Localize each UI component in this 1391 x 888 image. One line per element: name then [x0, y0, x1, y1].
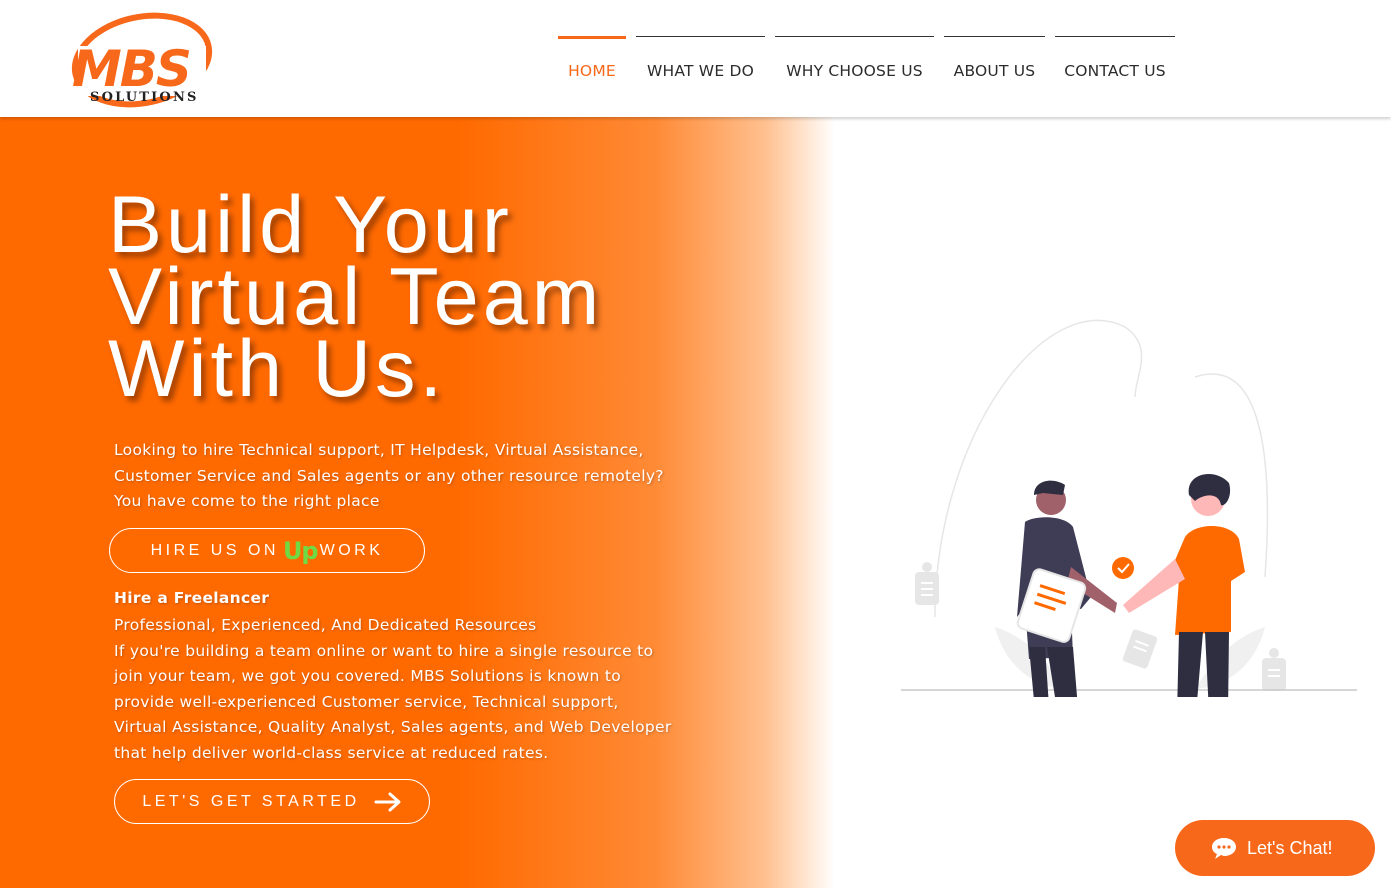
nav-divider	[636, 36, 765, 37]
logo-mark: MBS SOLUTIONS	[71, 12, 213, 108]
nav-why-choose-us-label: WHY CHOOSE US	[786, 62, 923, 80]
arrow-right-icon	[374, 792, 402, 812]
mbs-solutions-logo[interactable]: MBS SOLUTIONS	[64, 8, 214, 110]
upwork-logo: Up WORK	[283, 537, 383, 565]
nav-contact-us-label: CONTACT US	[1064, 62, 1166, 80]
hero-section: Build Your Virtual Team With Us. Looking…	[0, 117, 1391, 888]
handshake-illustration	[895, 317, 1365, 804]
lets-get-started-button[interactable]: LET'S GET STARTED	[114, 779, 430, 824]
get-started-label: LET'S GET STARTED	[142, 792, 360, 810]
chat-label: Let's Chat!	[1247, 837, 1333, 858]
upwork-logo-text: WORK	[319, 541, 384, 559]
nav-divider	[1055, 36, 1175, 37]
paper-icon	[1122, 629, 1158, 669]
hero-description: If you're building a team online or want…	[114, 641, 672, 762]
check-icon	[1112, 557, 1134, 579]
nav-divider	[944, 36, 1045, 37]
upwork-logo-up: Up	[282, 536, 319, 565]
hire-us-on-upwork-button[interactable]: HIRE US ON Up WORK	[109, 528, 425, 573]
nav-what-we-do-label: WHAT WE DO	[647, 62, 754, 80]
hero-body: Professional, Experienced, And Dedicated…	[114, 613, 674, 767]
hero-headline: Build Your Virtual Team With Us.	[108, 180, 604, 414]
hero-intro: Looking to hire Technical support, IT He…	[114, 441, 664, 510]
headline-line-2: Virtual Team	[108, 252, 604, 342]
tag-icon-right	[1262, 648, 1286, 691]
nav-what-we-do[interactable]: WHAT WE DO	[636, 36, 765, 86]
nav-about-us[interactable]: ABOUT US	[944, 36, 1045, 86]
nav-home[interactable]: HOME	[558, 36, 626, 86]
logo-sub-text: SOLUTIONS	[90, 90, 199, 105]
nav-about-us-label: ABOUT US	[953, 62, 1036, 80]
nav-indicator	[558, 36, 626, 39]
nav-contact-us[interactable]: CONTACT US	[1055, 36, 1175, 86]
nav-home-label: HOME	[568, 62, 616, 80]
site-header: MBS SOLUTIONS HOME WHAT WE DO WHY CHOOSE…	[0, 0, 1391, 117]
headline-line-1: Build Your	[108, 180, 513, 270]
hero-tagline: Professional, Experienced, And Dedicated…	[114, 616, 537, 634]
headline-line-3: With Us.	[108, 324, 447, 414]
chat-bubble-icon	[1211, 836, 1237, 860]
lets-chat-button[interactable]: Let's Chat!	[1175, 820, 1375, 876]
nav-divider	[775, 36, 934, 37]
nav-why-choose-us[interactable]: WHY CHOOSE US	[775, 36, 934, 86]
upwork-button-label: HIRE US ON	[150, 541, 279, 559]
tag-icon-left	[915, 562, 939, 605]
hire-freelancer-heading: Hire a Freelancer	[114, 589, 270, 607]
